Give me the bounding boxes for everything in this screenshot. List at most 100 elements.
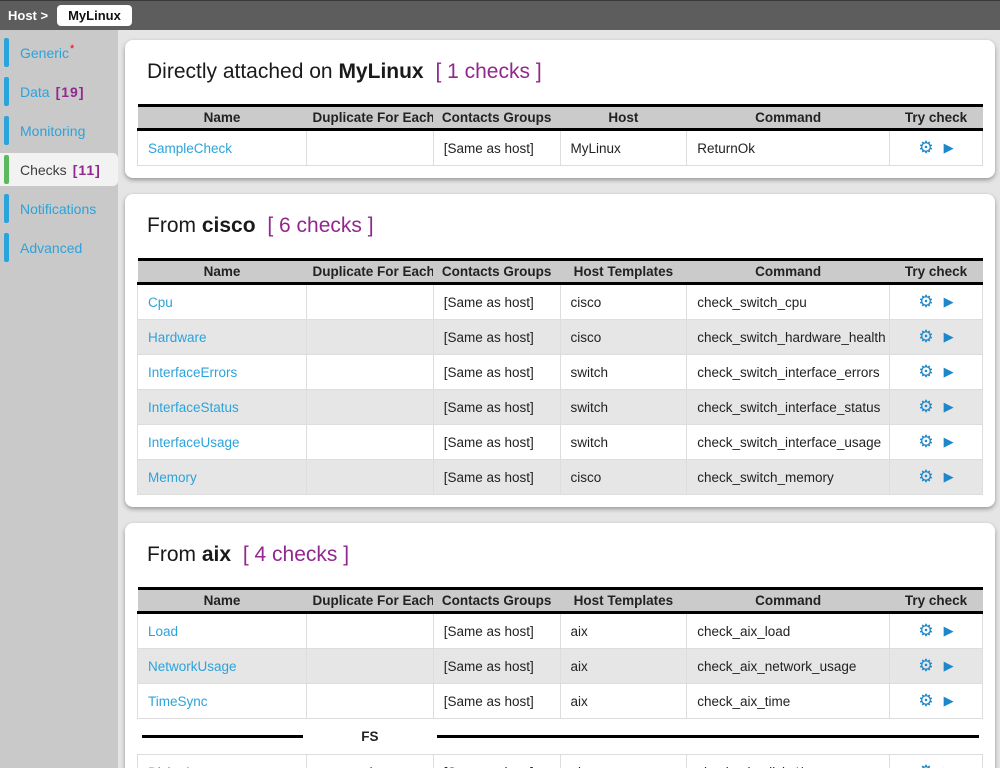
try-check-cell: ⚙▶ — [890, 284, 983, 320]
play-icon[interactable]: ▶ — [944, 399, 954, 414]
breadcrumb-host-link[interactable]: Host > — [8, 8, 48, 23]
check-row-networkusage: NetworkUsage[Same as host]aixcheck_aix_n… — [138, 649, 983, 684]
contacts-groups-cell: [Same as host] — [433, 425, 560, 460]
sidebar-item-data[interactable]: Data [19] — [0, 75, 118, 108]
column-header-contacts-groups: Contacts Groups — [433, 106, 560, 130]
contacts-groups-cell: [Same as host] — [433, 130, 560, 166]
gear-icon[interactable]: ⚙ — [918, 327, 933, 346]
host-cell: MyLinux — [560, 130, 687, 166]
check-name-link[interactable]: InterfaceUsage — [148, 435, 240, 450]
sidebar-item-label: Checks — [20, 162, 67, 178]
sidebar-item-label: Notifications — [20, 201, 96, 217]
play-icon[interactable]: ▶ — [944, 364, 954, 379]
try-check-cell: ⚙▶ — [890, 355, 983, 390]
check-name-link[interactable]: TimeSync — [148, 694, 208, 709]
duplicate-cell — [307, 684, 434, 719]
duplicate-cell — [307, 355, 434, 390]
play-icon[interactable]: ▶ — [944, 469, 954, 484]
play-icon[interactable]: ▶ — [944, 764, 954, 768]
sidebar-item-checks[interactable]: Checks[11] — [0, 153, 118, 186]
duplicate-for-each-label: FS — [307, 719, 434, 755]
contacts-groups-cell: [Same as host] — [433, 684, 560, 719]
try-check-cell: ⚙▶ — [890, 390, 983, 425]
play-icon[interactable]: ▶ — [944, 693, 954, 708]
gear-icon[interactable]: ⚙ — [918, 762, 933, 768]
sidebar-item-label: Generic — [20, 45, 69, 61]
check-name-link[interactable]: Hardware — [148, 330, 207, 345]
sidebar-item-label: Data — [20, 84, 50, 100]
command-cell: check_aix_disks!/ — [687, 755, 890, 768]
host-cell: switch — [560, 425, 687, 460]
command-cell: check_aix_network_usage — [687, 649, 890, 684]
try-check-cell: ⚙▶ — [890, 425, 983, 460]
command-cell: check_switch_interface_status — [687, 390, 890, 425]
check-name-link[interactable]: Memory — [148, 470, 197, 485]
check-name-cell: NetworkUsage — [138, 649, 307, 684]
sidebar-item-advanced[interactable]: Advanced — [0, 231, 118, 264]
duplicate-cell — [307, 460, 434, 495]
gear-icon[interactable]: ⚙ — [918, 397, 933, 416]
play-icon[interactable]: ▶ — [944, 434, 954, 449]
host-cell: cisco — [560, 284, 687, 320]
blue-accent-bar — [4, 38, 9, 67]
section-title-prefix: From — [147, 543, 202, 566]
command-cell: ReturnOk — [687, 130, 890, 166]
gear-icon[interactable]: ⚙ — [918, 467, 933, 486]
checks-table: NameDuplicate For EachContacts GroupsHos… — [137, 258, 983, 495]
command-cell: check_switch_hardware_health — [687, 320, 890, 355]
play-icon[interactable]: ▶ — [944, 658, 954, 673]
duplicate-separator-row: FS — [138, 719, 983, 755]
check-name-link[interactable]: InterfaceErrors — [148, 365, 237, 380]
contacts-groups-cell: [Same as host] — [433, 460, 560, 495]
gear-icon[interactable]: ⚙ — [918, 656, 933, 675]
separator-line — [437, 735, 978, 738]
command-cell: check_switch_interface_errors — [687, 355, 890, 390]
check-name-link[interactable]: Disks / — [148, 765, 189, 768]
sidebar-item-monitoring[interactable]: Monitoring — [0, 114, 118, 147]
breadcrumb-current-host[interactable]: MyLinux — [57, 5, 132, 26]
check-row-cpu: Cpu[Same as host]ciscocheck_switch_cpu⚙▶ — [138, 284, 983, 320]
column-header-contacts-groups: Contacts Groups — [433, 589, 560, 613]
check-name-cell: InterfaceUsage — [138, 425, 307, 460]
check-name-link[interactable]: InterfaceStatus — [148, 400, 239, 415]
column-header-command: Command — [687, 260, 890, 284]
duplicate-cell — [307, 425, 434, 460]
duplicate-cell — [307, 284, 434, 320]
play-icon[interactable]: ▶ — [944, 623, 954, 638]
check-row-interfaceerrors: InterfaceErrors[Same as host]switchcheck… — [138, 355, 983, 390]
section-card-mylinux: Directly attached on MyLinux [ 1 checks … — [125, 40, 995, 178]
gear-icon[interactable]: ⚙ — [918, 362, 933, 381]
gear-icon[interactable]: ⚙ — [918, 621, 933, 640]
check-row-disks: Disks //[Same as host]aixcheck_aix_disks… — [138, 755, 983, 768]
sidebar-item-count: [19] — [56, 84, 85, 100]
section-title-prefix: From — [147, 214, 202, 237]
sidebar-item-generic[interactable]: Generic* — [0, 36, 118, 69]
section-card-aix: From aix [ 4 checks ] NameDuplicate For E… — [125, 523, 995, 768]
active-green-accent-bar — [4, 155, 9, 184]
gear-icon[interactable]: ⚙ — [918, 138, 933, 157]
check-name-link[interactable]: Load — [148, 624, 178, 639]
gear-icon[interactable]: ⚙ — [918, 292, 933, 311]
host-cell: switch — [560, 355, 687, 390]
check-name-link[interactable]: SampleCheck — [148, 141, 232, 156]
gear-icon[interactable]: ⚙ — [918, 432, 933, 451]
blue-accent-bar — [4, 77, 9, 106]
section-title: From aix [ 4 checks ] — [147, 543, 983, 567]
gear-icon[interactable]: ⚙ — [918, 691, 933, 710]
column-header-try-check: Try check — [890, 260, 983, 284]
checks-table: NameDuplicate For EachContacts GroupsHos… — [137, 587, 983, 768]
sidebar-item-notifications[interactable]: Notifications — [0, 192, 118, 225]
check-name-cell: Cpu — [138, 284, 307, 320]
separator-line-left — [138, 719, 307, 755]
column-header-command: Command — [687, 106, 890, 130]
check-name-cell: InterfaceStatus — [138, 390, 307, 425]
try-check-cell: ⚙▶ — [890, 613, 983, 649]
try-check-cell: ⚙▶ — [890, 755, 983, 768]
play-icon[interactable]: ▶ — [944, 140, 954, 155]
play-icon[interactable]: ▶ — [944, 329, 954, 344]
section-check-count: [ 6 checks ] — [262, 214, 374, 237]
section-title-subject: aix — [202, 543, 231, 566]
play-icon[interactable]: ▶ — [944, 294, 954, 309]
check-name-link[interactable]: NetworkUsage — [148, 659, 237, 674]
check-name-link[interactable]: Cpu — [148, 295, 173, 310]
